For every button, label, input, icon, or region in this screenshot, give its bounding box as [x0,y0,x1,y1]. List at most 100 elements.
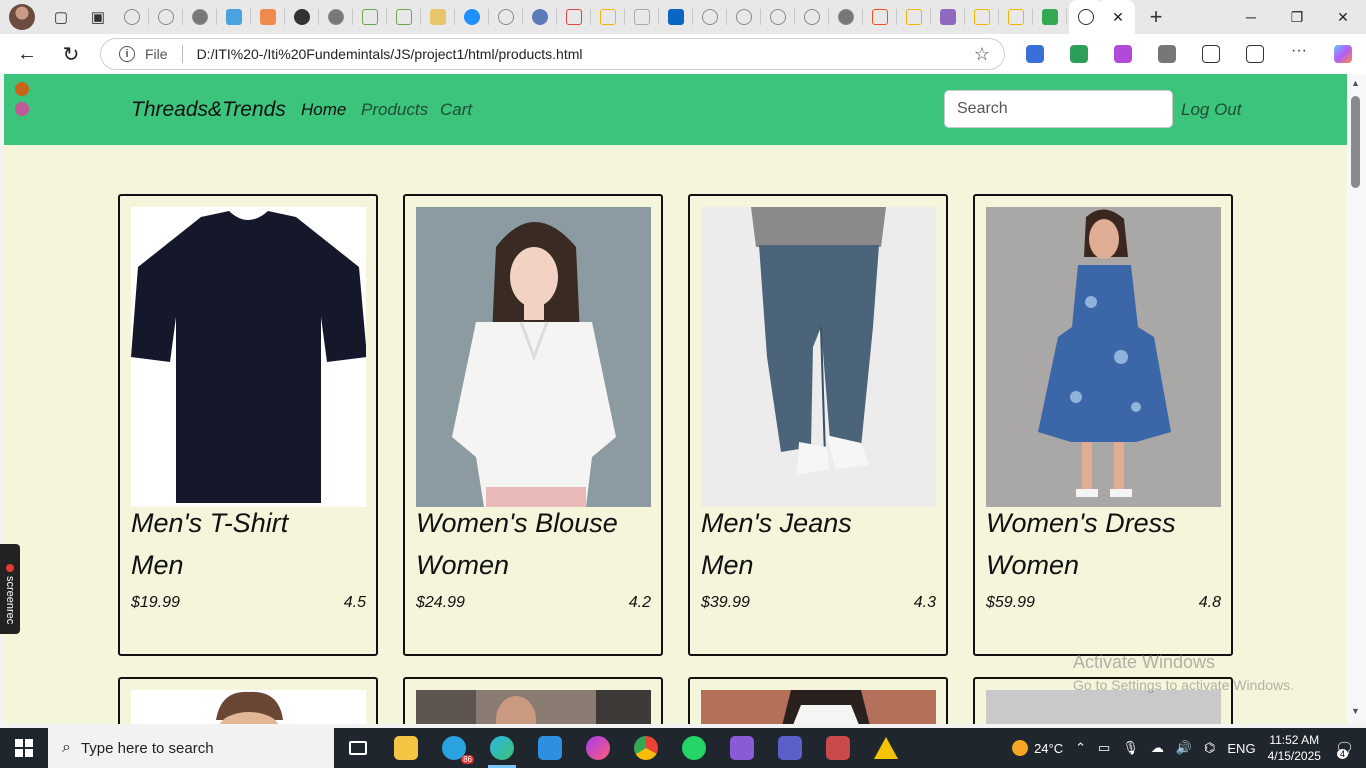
scroll-up-icon[interactable]: ▲ [1351,78,1360,88]
pinned-tab[interactable] [523,0,557,34]
network-icon[interactable]: ⌬ [1204,740,1215,756]
nav-link-cart[interactable]: Cart [440,100,472,120]
language-indicator[interactable]: ENG [1227,741,1255,756]
weather-icon[interactable] [1012,740,1029,756]
more-menu-icon[interactable]: ··· [1290,43,1308,63]
notification-icon[interactable]: 🗨4 [1335,739,1354,759]
pinned-tab[interactable] [965,0,999,34]
pinned-tab[interactable] [217,0,251,34]
tab-actions-icon[interactable]: ▣ [87,6,109,28]
nav-link-products[interactable]: Products [361,100,428,120]
pinned-tab[interactable] [863,0,897,34]
product-name: Men's Jeans [701,508,852,538]
pinned-tab[interactable] [727,0,761,34]
pinned-tab[interactable] [591,0,625,34]
pinned-tab[interactable] [659,0,693,34]
active-tab[interactable] [1069,0,1103,34]
globe-icon [736,9,752,25]
pinned-tab[interactable] [285,0,319,34]
pinned-tab[interactable] [557,0,591,34]
pinned-tab[interactable] [829,0,863,34]
tab-close-icon[interactable]: ✕ [1101,0,1135,34]
extension-icon[interactable] [1158,45,1176,63]
windows-start-icon[interactable] [0,728,48,768]
shield-extension-icon[interactable] [1070,45,1088,63]
address-bar[interactable]: i File D:/ITI%20-/Iti%20Fundemintals/JS/… [100,38,1005,70]
logout-link[interactable]: Log Out [1181,100,1242,120]
search-input[interactable] [944,90,1173,128]
pinned-tab[interactable] [489,0,523,34]
app-icon[interactable] [814,728,862,768]
vscode-icon[interactable] [526,728,574,768]
clock[interactable]: 11:52 AM 4/15/2025 [1268,732,1321,764]
favorites-icon[interactable] [1246,45,1264,63]
copilot-icon[interactable] [1334,45,1352,63]
product-card[interactable]: Women's Blouse Women $24.99 4.2 [403,194,663,656]
refresh-icon[interactable]: ↻ [54,37,88,71]
edge-icon[interactable] [478,728,526,768]
product-card[interactable]: Men's Jeans Men $39.99 4.3 [688,194,948,656]
volume-icon[interactable]: 🔊 [1176,740,1192,756]
product-card[interactable] [688,677,948,724]
pinned-tab[interactable] [795,0,829,34]
product-card[interactable] [403,677,663,724]
product-card[interactable] [118,677,378,724]
favorite-star-icon[interactable]: ☆ [974,44,990,65]
task-view-icon[interactable] [334,728,382,768]
messenger-icon[interactable] [574,728,622,768]
back-icon[interactable]: ← [10,37,44,71]
info-icon[interactable]: i [119,46,135,62]
pinned-tab[interactable] [149,0,183,34]
minimize-icon[interactable]: ─ [1228,0,1274,34]
pinned-tab[interactable] [625,0,659,34]
close-icon[interactable]: ✕ [1320,0,1366,34]
profile-avatar[interactable] [9,4,35,30]
pinned-tab[interactable] [115,0,149,34]
pinned-tab[interactable] [183,0,217,34]
extensions-puzzle-icon[interactable] [1202,45,1220,63]
weather-temp[interactable]: 24°C [1034,741,1063,756]
warning-icon[interactable] [862,728,910,768]
pinned-tab[interactable] [897,0,931,34]
pinned-tab[interactable] [353,0,387,34]
whatsapp-icon[interactable] [670,728,718,768]
battery-icon[interactable]: ▭ [1098,740,1110,756]
site-brand[interactable]: Threads&Trends [131,98,286,122]
pinned-tab[interactable] [251,0,285,34]
chrome-icon[interactable] [622,728,670,768]
pinned-tab[interactable] [761,0,795,34]
visual-studio-icon[interactable] [718,728,766,768]
extension-icon[interactable] [1026,45,1044,63]
scroll-down-icon[interactable]: ▼ [1351,706,1360,716]
file-explorer-icon[interactable] [382,728,430,768]
site-icon [260,9,276,25]
drive-icon [600,9,616,25]
pinned-tab[interactable] [319,0,353,34]
pinned-tab[interactable] [999,0,1033,34]
pinned-tab[interactable] [931,0,965,34]
tray-chevron-icon[interactable]: ⌃ [1075,740,1086,756]
restore-icon[interactable]: ❐ [1274,0,1320,34]
workspaces-icon[interactable]: ▢ [50,6,72,28]
product-card[interactable]: Women's Dress Women $59.99 4.8 [973,194,1233,656]
pinned-tab[interactable] [387,0,421,34]
extension-icon[interactable] [1114,45,1132,63]
teams-icon[interactable] [766,728,814,768]
nav-link-home[interactable]: Home [301,100,346,120]
pinned-tab[interactable] [1033,0,1067,34]
cloud-icon[interactable]: ☁ [1151,740,1164,756]
site-navbar: Threads&Trends Home Products Cart Log Ou… [4,74,1347,145]
pinned-tab[interactable] [421,0,455,34]
pinned-tab[interactable] [455,0,489,34]
address-url[interactable]: D:/ITI%20-/Iti%20Fundemintals/JS/project… [197,46,583,62]
scroll-thumb[interactable] [1351,96,1360,188]
taskbar-search[interactable]: ⌕ Type here to search [48,728,334,768]
telegram-icon[interactable]: 86 [430,728,478,768]
site-icon [328,9,344,25]
pinned-tab[interactable] [693,0,727,34]
new-tab-button[interactable]: + [1139,0,1173,34]
product-card[interactable]: Men's T-Shirt Men $19.99 4.5 [118,194,378,656]
microphone-icon[interactable]: 🎙 [1122,740,1139,756]
screenrec-widget[interactable]: screenrec [0,544,20,634]
page-scrollbar[interactable]: ▲ ▼ [1347,74,1366,724]
